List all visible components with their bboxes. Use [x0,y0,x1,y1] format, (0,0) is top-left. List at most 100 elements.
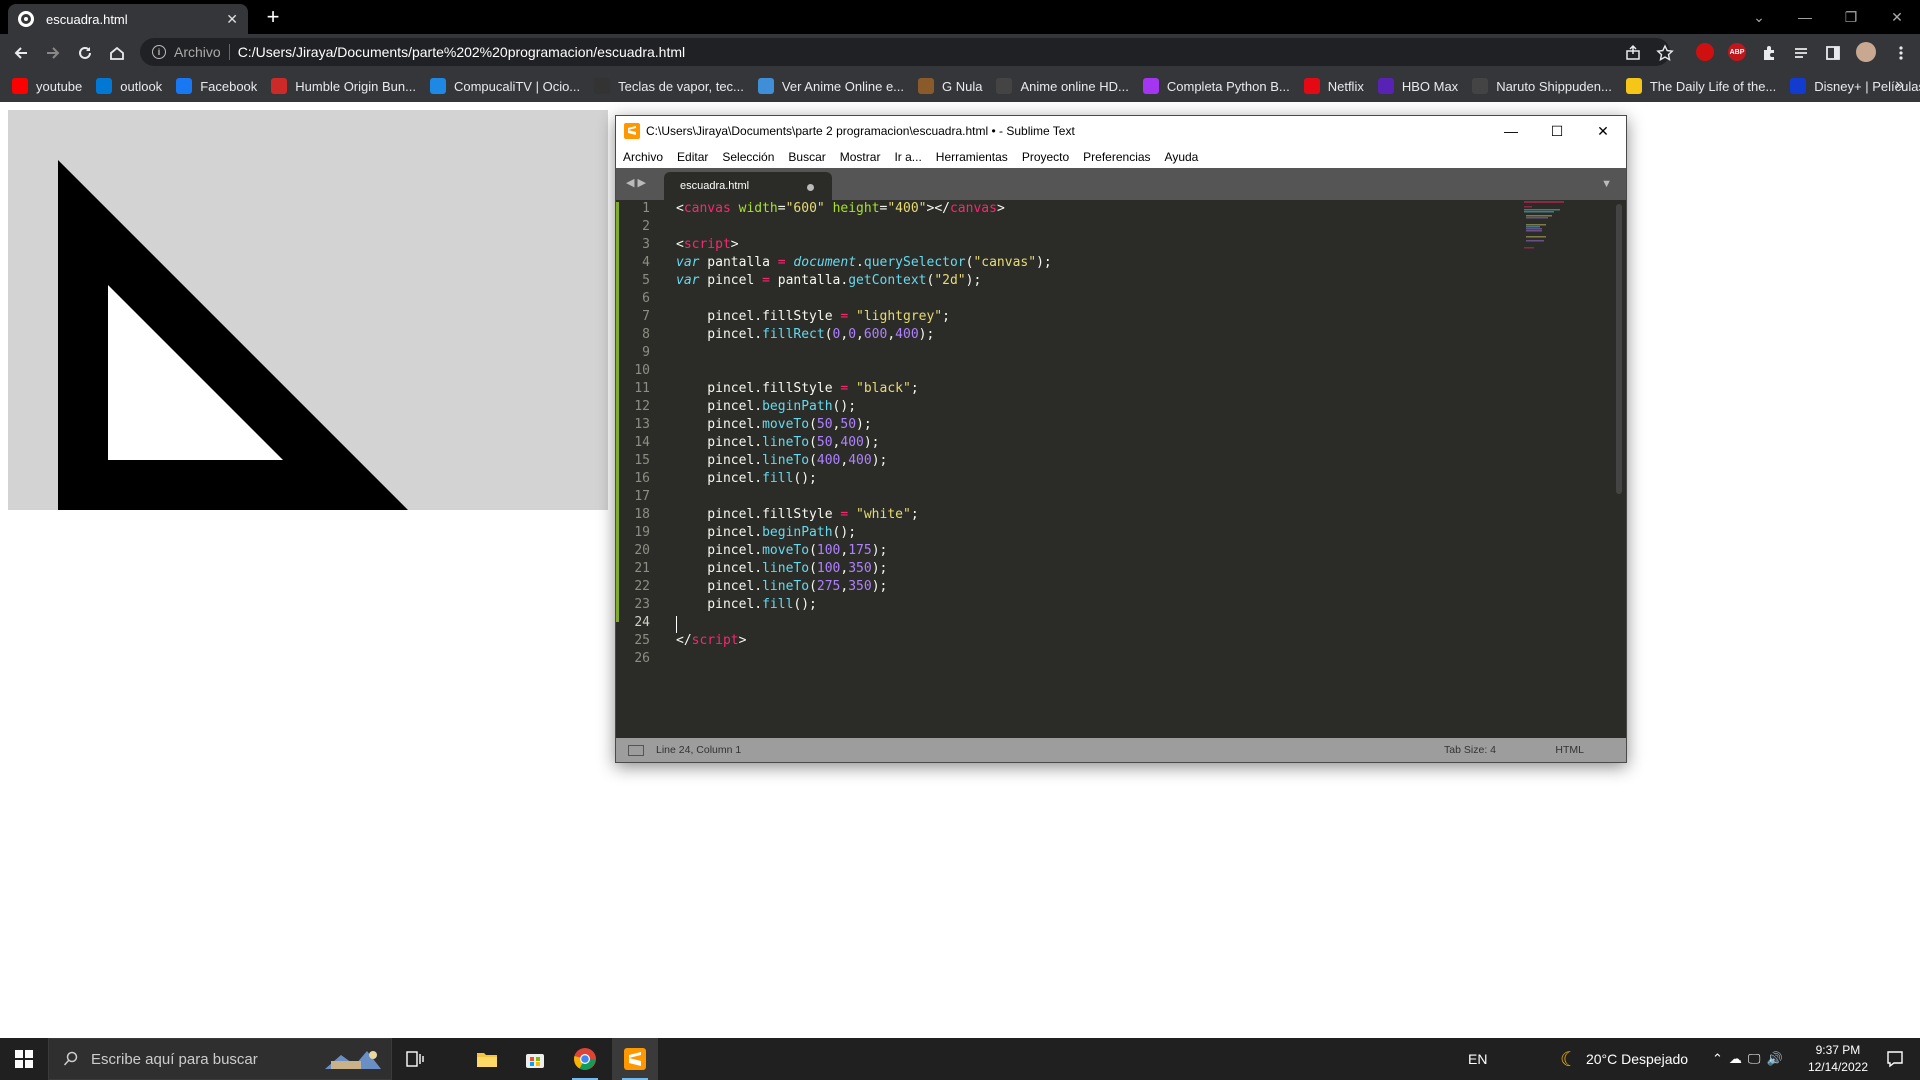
bookmarks-overflow-button[interactable]: » [1895,76,1904,94]
code-area[interactable]: <canvas width="600" height="400"></canva… [676,200,1052,648]
tab-close-icon[interactable]: ✕ [226,11,238,28]
sublime-minimize-button[interactable]: — [1488,116,1534,146]
chrome-menu-button[interactable] [1888,40,1914,66]
more-vert-icon [1899,46,1903,60]
home-icon [110,46,124,60]
bookmark-item[interactable]: Humble Origin Bun... [271,78,416,94]
bookmark-item[interactable]: outlook [96,78,162,94]
code-line-1: <canvas width="600" height="400"></canva… [676,201,1005,216]
netflix-icon [1303,78,1320,94]
address-separator [228,44,230,60]
forward-button[interactable] [40,40,66,66]
menu-item[interactable]: Editar [677,150,708,164]
taskbar-search-box[interactable]: Escribe aquí para buscar [48,1038,392,1080]
sublime-file-tab[interactable]: escuadra.html [664,172,832,200]
restore-button[interactable]: ❐ [1828,0,1874,34]
reload-button[interactable] [72,40,98,66]
line-number: 15 [634,453,650,468]
tab-search-icon[interactable]: ⌄ [1736,0,1782,34]
menu-item[interactable]: Buscar [788,150,825,164]
weather-widget[interactable]: ☾ 20°C Despejado [1560,1038,1688,1080]
system-tray-icons[interactable]: ⌃ ☁ 🖵 🔊 [1712,1038,1789,1080]
bookmark-label: Anime online HD... [1020,78,1129,94]
start-button[interactable] [0,1038,48,1080]
network-icon[interactable]: 🖵 [1748,1051,1767,1067]
new-tab-button[interactable]: + [260,4,286,30]
line-number: 18 [634,507,650,522]
address-bar[interactable]: i Archivo C:/Users/Jiraya/Documents/part… [140,38,1670,66]
sublime-close-button[interactable]: ✕ [1580,116,1626,146]
task-view-button[interactable] [392,1038,438,1080]
menu-item[interactable]: Ir a... [894,150,921,164]
line-number: 24 [634,615,650,630]
home-button[interactable] [104,40,130,66]
panel-toggle-icon[interactable] [628,744,644,756]
profile-avatar[interactable] [1856,42,1876,62]
chevron-up-icon[interactable]: ⌃ [1712,1051,1729,1067]
bookmark-star-button[interactable] [1652,40,1678,66]
line-number: 10 [634,363,650,378]
menu-item[interactable]: Mostrar [840,150,881,164]
tab-size-indicator[interactable]: Tab Size: 4 [1444,744,1496,756]
code-editor[interactable]: 1 2 3 4 5 6 7 8 9 10 11 12 13 14 15 16 17 18 19 20 21 22 23 24 2… [616,200,1626,740]
search-highlight-illustration [325,1051,381,1069]
bookmark-item[interactable]: Anime online HD... [996,78,1129,94]
file-explorer-button[interactable] [464,1038,510,1080]
menu-item[interactable]: Ayuda [1165,150,1199,164]
bookmark-item[interactable]: The Daily Life of the... [1625,78,1776,94]
bookmark-item[interactable]: youtube [12,78,82,94]
close-window-button[interactable]: ✕ [1874,0,1920,34]
browser-tab[interactable]: escuadra.html ✕ [8,4,248,34]
bookmark-item[interactable]: Completa Python B... [1142,78,1290,94]
tab-dropdown-icon[interactable]: ▼ [1601,178,1612,190]
side-panel-button[interactable] [1820,40,1846,66]
code-line-21: pincel.lineTo(100,350); [676,561,888,576]
line-number: 2 [642,219,650,234]
menu-item[interactable]: Archivo [623,150,663,164]
menu-item[interactable]: Proyecto [1022,150,1069,164]
bookmark-label: CompucaliTV | Ocio... [453,78,581,94]
menu-item[interactable]: Preferencias [1083,150,1150,164]
chrome-taskbar-button[interactable] [562,1038,608,1080]
adblock-icon[interactable]: ABP [1728,43,1746,61]
bookmark-item[interactable]: Teclas de vapor, tec... [594,78,744,94]
bookmark-item[interactable]: G Nula [918,78,982,94]
reading-list-button[interactable] [1788,40,1814,66]
bookmark-item[interactable]: Naruto Shippuden... [1472,78,1612,94]
sublime-title-bar: C:\Users\Jiraya\Documents\parte 2 progra… [616,116,1626,146]
sublime-maximize-button[interactable]: ☐ [1534,116,1580,146]
volume-icon[interactable]: 🔊 [1766,1051,1788,1067]
language-indicator[interactable]: EN [1468,1038,1487,1080]
line-number: 14 [634,435,650,450]
minimap[interactable] [1522,200,1572,250]
menu-item[interactable]: Selección [722,150,774,164]
menu-item[interactable]: Herramientas [936,150,1008,164]
share-icon [1626,44,1640,60]
unsaved-dot-icon[interactable] [807,184,814,191]
minimize-button[interactable]: — [1782,0,1828,34]
notifications-button[interactable] [1870,1038,1920,1080]
extensions-button[interactable] [1756,40,1782,66]
extension-red-icon[interactable] [1696,43,1714,61]
code-line-16: pincel.fill(); [676,471,817,486]
share-button[interactable] [1620,40,1646,66]
microsoft-store-button[interactable] [512,1038,558,1080]
disney-icon [1790,78,1807,94]
bookmark-item[interactable]: CompucaliTV | Ocio... [429,78,581,94]
chrome-icon [574,1048,596,1070]
editor-scrollbar[interactable] [1616,204,1622,494]
syntax-indicator[interactable]: HTML [1555,744,1584,756]
chrome-favicon-icon [18,11,34,27]
tab-navigation-arrows[interactable]: ◀ ▶ [626,176,646,189]
bookmark-item[interactable]: Ver Anime Online e... [757,78,904,94]
code-line-5: var pincel = pantalla.getContext("2d"); [676,273,982,288]
bookmark-item[interactable]: Facebook [176,78,257,94]
sublime-taskbar-button[interactable] [612,1038,658,1080]
bookmark-item[interactable]: HBO Max [1377,78,1458,94]
back-button[interactable] [8,40,34,66]
search-icon [63,1051,78,1066]
bookmark-item[interactable]: Netflix [1303,78,1364,94]
info-icon[interactable]: i [152,45,166,59]
clock[interactable]: 9:37 PM 12/14/2022 [1808,1042,1868,1076]
onedrive-icon[interactable]: ☁ [1729,1051,1748,1067]
